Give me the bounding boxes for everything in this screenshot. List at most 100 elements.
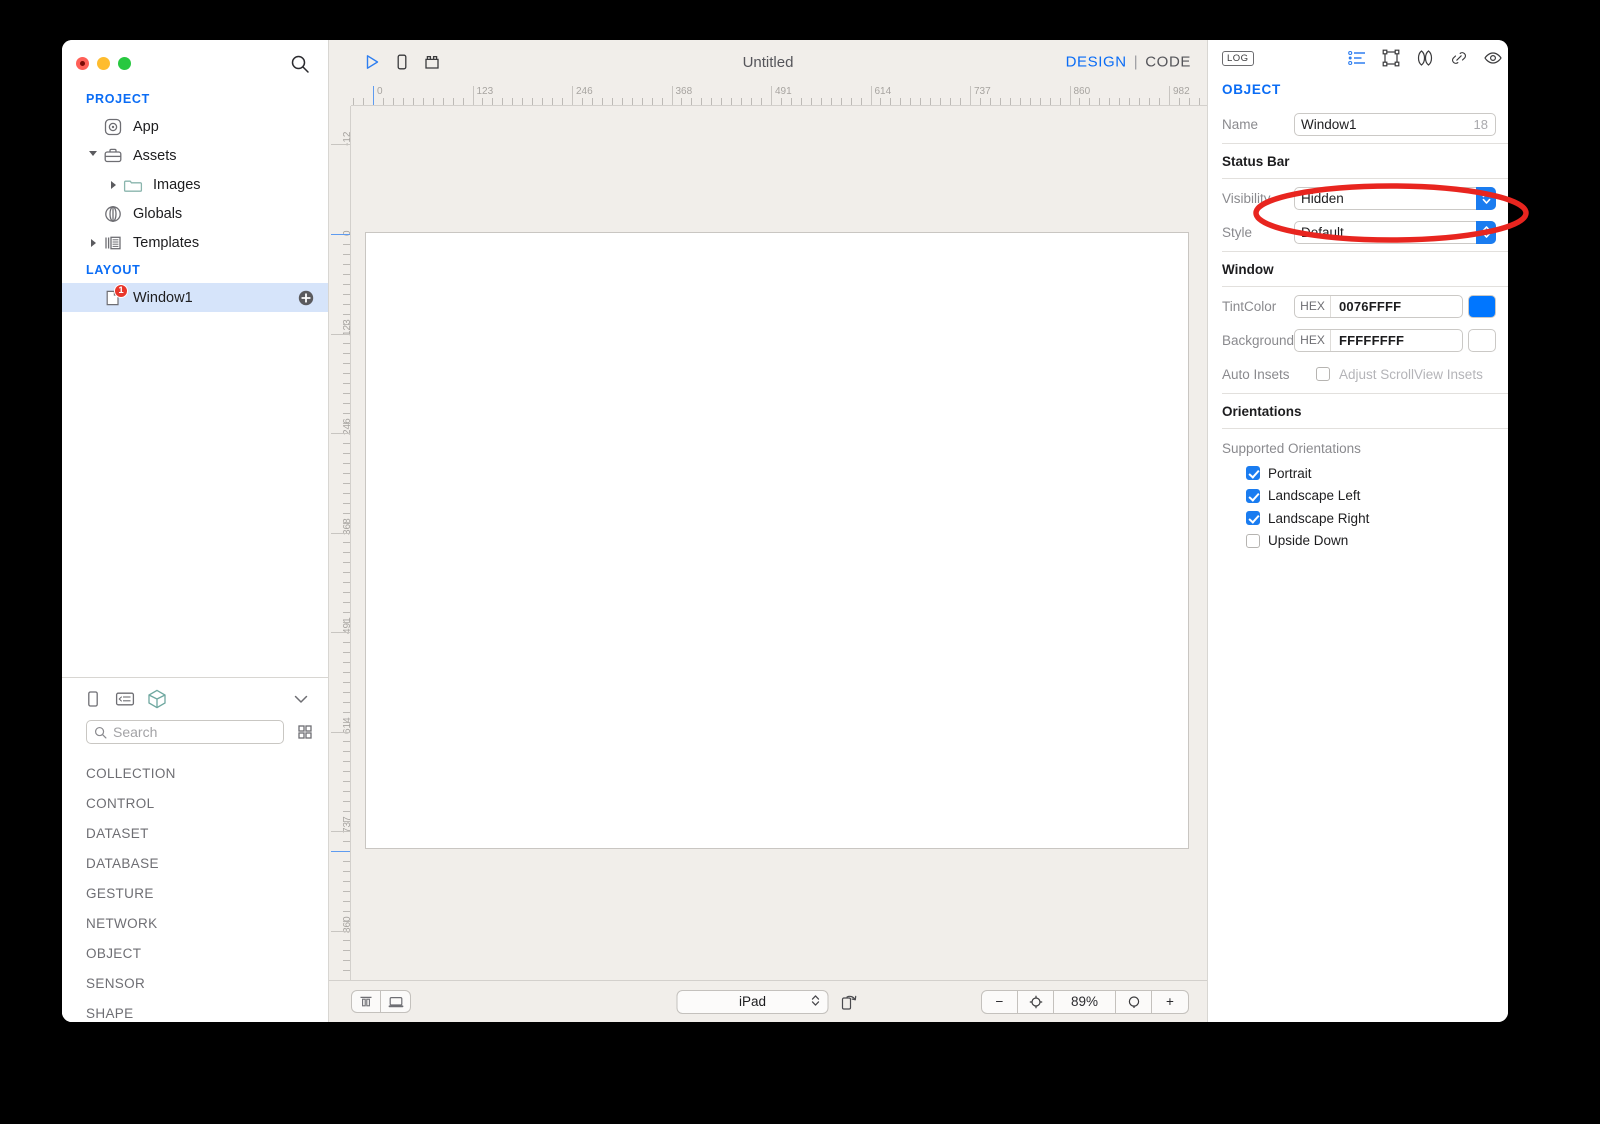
ruler-tick-minor: [343, 791, 350, 793]
layout-frame-icon[interactable]: [1380, 47, 1402, 69]
orientation-landscape-left[interactable]: Landscape Left: [1208, 485, 1508, 508]
ruler-tick-minor: [691, 98, 693, 105]
device-artboard[interactable]: [365, 232, 1189, 849]
horizontal-ruler[interactable]: 0 123 246 368 491 614 737 860 982: [351, 84, 1207, 106]
library-item-network[interactable]: NETWORK: [86, 908, 328, 938]
vertical-ruler[interactable]: -120123246368491614737860: [329, 106, 351, 980]
close-button[interactable]: [76, 56, 89, 70]
actual-size-icon[interactable]: [1116, 990, 1152, 1013]
style-combo[interactable]: Default: [1294, 220, 1496, 244]
section-orientations: Orientations: [1222, 404, 1302, 419]
align-top-icon[interactable]: [352, 991, 381, 1012]
tab-code[interactable]: CODE: [1145, 54, 1191, 71]
ruler-tick-minor: [631, 98, 633, 105]
library-item-dataset[interactable]: DATASET: [86, 818, 328, 848]
style-stepper[interactable]: [1476, 220, 1496, 244]
library-item-database[interactable]: DATABASE: [86, 848, 328, 878]
device-preview-icon[interactable]: [387, 49, 417, 75]
library-item-collection[interactable]: COLLECTION: [86, 758, 328, 788]
search-icon[interactable]: [290, 54, 310, 74]
background-hex-input[interactable]: HEX FFFFFFFF: [1294, 328, 1463, 352]
tab-design[interactable]: DESIGN: [1066, 54, 1127, 71]
library-item-shape[interactable]: SHAPE: [86, 998, 328, 1022]
device-frame-icon[interactable]: [381, 991, 410, 1012]
chevron-down-icon[interactable]: [292, 690, 310, 708]
upside-down-checkbox[interactable]: [1246, 533, 1260, 548]
title-bar: [62, 40, 328, 86]
canvas-body[interactable]: [351, 106, 1207, 980]
ruler-tick-minor: [900, 98, 902, 105]
portrait-checkbox[interactable]: [1246, 466, 1260, 481]
search-input[interactable]: Search: [86, 720, 284, 744]
preview-eye-icon[interactable]: [1482, 47, 1504, 69]
ruler-tick-minor: [343, 552, 350, 554]
ruler-tick-minor: [343, 761, 350, 763]
folder-icon: [122, 174, 144, 196]
tree-item-templates[interactable]: Templates: [62, 228, 328, 257]
ruler-tick-minor: [1119, 98, 1121, 105]
disclosure-triangle-open[interactable]: [86, 149, 100, 163]
mode-switch: DESIGN | CODE: [1066, 54, 1191, 71]
orientation-upside-down[interactable]: Upside Down: [1208, 530, 1508, 553]
appearance-icon[interactable]: [1414, 47, 1436, 69]
mode-separator: |: [1133, 53, 1139, 71]
ruler-tick-minor: [950, 98, 952, 105]
tree-item-window1[interactable]: 1 Window1: [62, 283, 328, 312]
play-run-icon[interactable]: [357, 49, 387, 75]
tree-item-app[interactable]: App: [62, 112, 328, 141]
disclosure-triangle-closed[interactable]: [106, 178, 120, 192]
add-icon[interactable]: [298, 290, 314, 306]
log-button[interactable]: LOG: [1222, 50, 1254, 66]
ruler-tick: [373, 86, 374, 105]
outline-icon[interactable]: [112, 688, 138, 710]
zoom-in-button[interactable]: +: [1152, 991, 1188, 1013]
tree-item-assets[interactable]: Assets: [62, 141, 328, 170]
tree-item-images[interactable]: Images: [62, 170, 328, 199]
tintcolor-swatch[interactable]: [1468, 294, 1496, 318]
library-item-object[interactable]: OBJECT: [86, 938, 328, 968]
zoom-level[interactable]: 89%: [1054, 990, 1116, 1013]
fit-target-icon[interactable]: [1018, 990, 1054, 1013]
ruler-tick-minor: [1019, 98, 1021, 105]
visibility-combo[interactable]: Hidden: [1294, 186, 1496, 210]
design-canvas[interactable]: -120123246368491614737860: [329, 106, 1207, 980]
object-3d-icon[interactable]: [144, 688, 170, 710]
zoom-out-button[interactable]: −: [982, 990, 1018, 1013]
ruler-tick-minor: [343, 751, 350, 753]
tintcolor-hex-input[interactable]: HEX 0076FFFF: [1294, 294, 1463, 318]
landscape-right-checkbox[interactable]: [1246, 511, 1260, 526]
ruler-tick-minor: [1159, 98, 1161, 105]
orientation-landscape-right[interactable]: Landscape Right: [1208, 507, 1508, 530]
disclosure-triangle-closed[interactable]: [86, 236, 100, 250]
library-item-control[interactable]: CONTROL: [86, 788, 328, 818]
background-swatch[interactable]: [1468, 328, 1496, 352]
library-item-gesture[interactable]: GESTURE: [86, 878, 328, 908]
ruler-tick-minor: [343, 482, 350, 484]
minimize-button[interactable]: [97, 56, 110, 70]
ruler-tick-minor: [343, 373, 350, 375]
ruler-tick-minor: [601, 98, 603, 105]
orientation-portrait[interactable]: Portrait: [1208, 462, 1508, 485]
ruler-tick-minor: [343, 472, 350, 474]
zoom-button[interactable]: [118, 56, 131, 70]
tree-item-globals[interactable]: Globals: [62, 199, 328, 228]
layout-mode-segmented-control[interactable]: [351, 990, 411, 1013]
connections-link-icon[interactable]: [1448, 47, 1470, 69]
landscape-left-checkbox[interactable]: [1246, 488, 1260, 503]
visibility-stepper[interactable]: [1476, 186, 1496, 210]
adjust-scrollview-insets-checkbox[interactable]: [1316, 367, 1330, 381]
ruler-h-label: 860: [1073, 86, 1091, 97]
name-input[interactable]: Window1 18: [1294, 112, 1496, 136]
tree-item-label: App: [133, 118, 159, 135]
rotate-device-icon[interactable]: [838, 991, 860, 1013]
grid-view-icon[interactable]: [296, 723, 314, 741]
ruler-tick-minor: [502, 98, 504, 105]
library-item-sensor[interactable]: SENSOR: [86, 968, 328, 998]
components-icon[interactable]: [417, 49, 447, 75]
section-status-bar: Status Bar: [1222, 154, 1290, 169]
device-popup[interactable]: iPad: [676, 989, 829, 1014]
panel-icon[interactable]: [80, 688, 106, 710]
ruler-tick-minor: [989, 98, 991, 105]
ruler-tick-minor: [1009, 98, 1011, 105]
attributes-list-icon[interactable]: [1346, 47, 1368, 69]
